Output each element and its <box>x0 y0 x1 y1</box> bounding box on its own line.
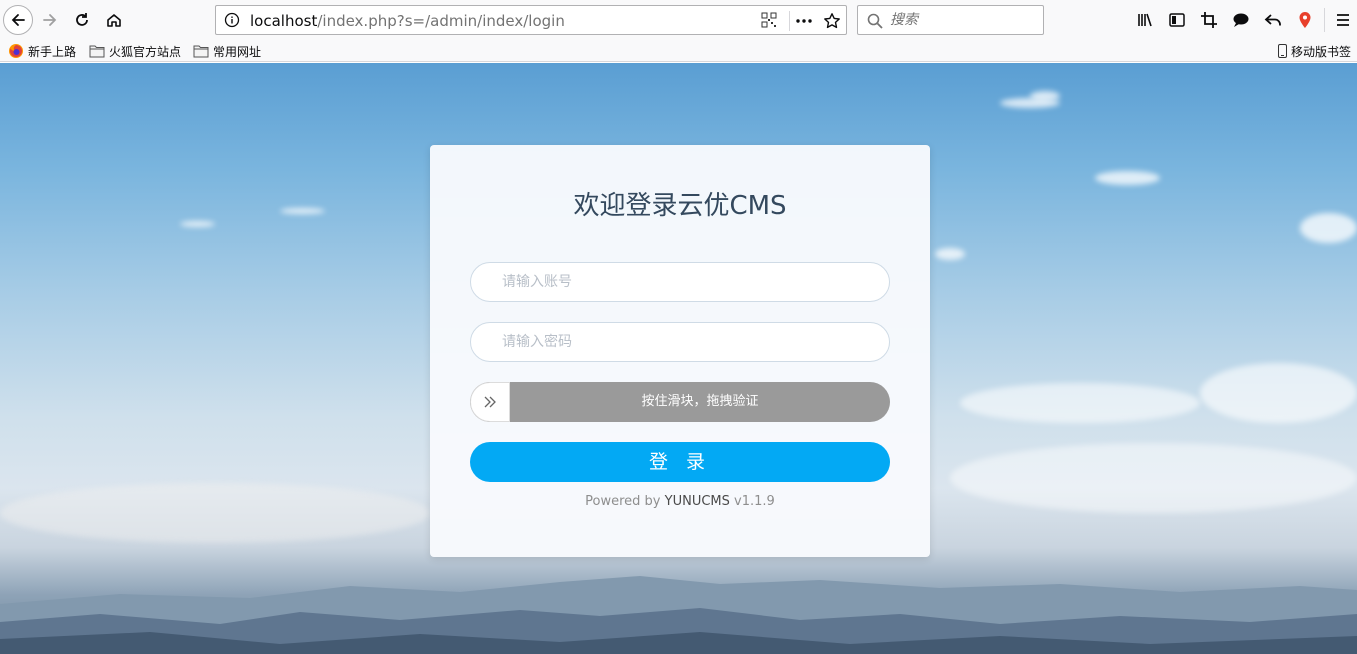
cloud <box>1300 213 1357 243</box>
url-bar[interactable]: localhost/index.php?s=/admin/index/login <box>215 5 847 35</box>
powered-version: v1.1.9 <box>734 494 775 509</box>
back-button[interactable] <box>3 5 33 35</box>
home-button[interactable] <box>99 5 129 35</box>
more-actions-icon[interactable] <box>794 11 814 31</box>
cloud <box>1200 363 1357 423</box>
login-page-background: 欢迎登录云优CMS 按住滑块，拖拽验证 登 录 Powered by YUNUC… <box>0 63 1357 654</box>
browser-toolbar: localhost/index.php?s=/admin/index/login <box>0 0 1357 40</box>
url-host: localhost <box>250 12 318 30</box>
password-field[interactable] <box>470 322 890 362</box>
url-divider <box>789 11 790 31</box>
cloud <box>0 483 430 543</box>
powered-by: Powered by YUNUCMS v1.1.9 <box>430 494 930 509</box>
arrow-left-icon <box>11 14 25 26</box>
folder-icon <box>193 45 209 58</box>
search-icon <box>867 13 883 29</box>
cloud <box>280 208 325 214</box>
search-input[interactable] <box>890 10 1035 30</box>
powered-prefix: Powered by <box>585 494 661 509</box>
mobile-bookmarks[interactable]: 移动版书签 <box>1278 42 1351 60</box>
chat-bubble-icon[interactable] <box>1230 9 1252 31</box>
double-chevron-right-icon <box>484 396 496 408</box>
login-title: 欢迎登录云优CMS <box>573 191 787 221</box>
cloud <box>935 248 965 260</box>
bookmark-item[interactable]: 新手上路 <box>8 42 76 60</box>
mobile-bookmarks-label: 移动版书签 <box>1291 44 1352 59</box>
url-path: /index.php?s=/admin/index/login <box>317 12 565 30</box>
forward-button[interactable] <box>35 5 65 35</box>
location-pin-icon[interactable] <box>1294 9 1316 31</box>
reload-icon <box>76 13 88 26</box>
qr-code-icon[interactable] <box>761 12 777 28</box>
bookmark-star-icon[interactable] <box>822 11 842 31</box>
cloud <box>1030 91 1060 101</box>
mobile-phone-icon <box>1278 44 1287 58</box>
username-input[interactable] <box>471 263 889 301</box>
cloud <box>1095 171 1160 185</box>
toolbar-divider <box>1324 8 1325 32</box>
screenshot-crop-icon[interactable] <box>1198 9 1220 31</box>
home-icon <box>107 14 121 27</box>
login-card: 欢迎登录云优CMS 按住滑块，拖拽验证 登 录 Powered by YUNUC… <box>430 145 930 557</box>
slider-handle[interactable] <box>470 382 510 422</box>
powered-brand[interactable]: YUNUCMS <box>665 494 730 509</box>
bookmark-label: 新手上路 <box>28 44 77 59</box>
sidebar-icon[interactable] <box>1166 9 1188 31</box>
reload-button[interactable] <box>67 5 97 35</box>
bookmark-item[interactable]: 火狐官方站点 <box>89 42 181 60</box>
url-text[interactable]: localhost/index.php?s=/admin/index/login <box>250 12 565 30</box>
login-button[interactable]: 登 录 <box>470 442 890 482</box>
undo-icon[interactable] <box>1262 9 1284 31</box>
bookmark-item[interactable]: 常用网址 <box>193 42 261 60</box>
cloud <box>950 443 1357 513</box>
bookmark-label: 火狐官方站点 <box>109 44 182 59</box>
bookmark-label: 常用网址 <box>213 44 262 59</box>
menu-hamburger-icon[interactable] <box>1332 9 1354 31</box>
library-icon[interactable] <box>1134 9 1156 31</box>
cloud <box>960 383 1200 423</box>
password-input[interactable] <box>471 323 889 361</box>
mountain-range <box>0 576 1357 654</box>
slide-verify[interactable]: 按住滑块，拖拽验证 <box>470 382 890 422</box>
cloud <box>180 221 215 227</box>
bookmarks-bar: 新手上路 火狐官方站点 常用网址 移动版书签 <box>0 40 1357 62</box>
slider-text: 按住滑块，拖拽验证 <box>641 394 759 409</box>
arrow-right-icon <box>43 14 57 26</box>
firefox-icon <box>9 44 23 58</box>
username-field[interactable] <box>470 262 890 302</box>
folder-icon <box>89 45 105 58</box>
search-bar[interactable] <box>857 5 1044 35</box>
info-icon[interactable] <box>224 12 240 28</box>
